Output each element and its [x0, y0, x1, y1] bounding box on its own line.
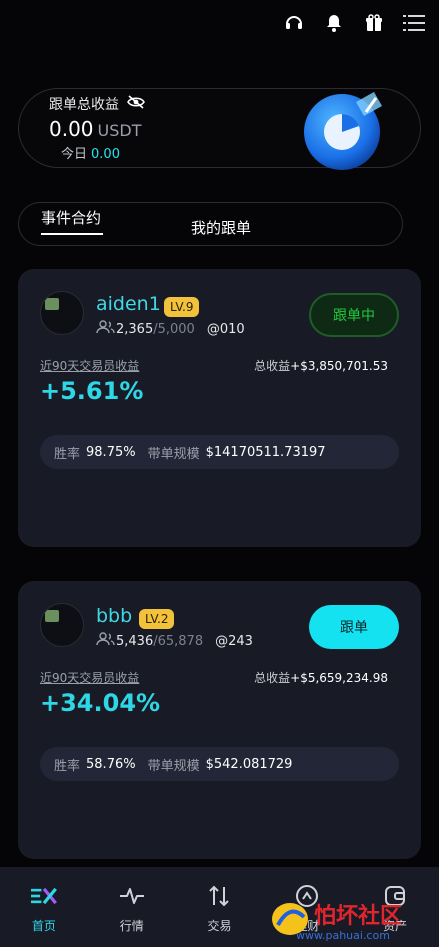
today-value: 0.00 [91, 147, 120, 162]
today-label: 今日 [61, 147, 88, 162]
followers-max: /5,000 [153, 321, 195, 337]
summary-amount: 0.00 USDT [49, 117, 142, 141]
trader-metrics-bar: 胜率 58.76% 带单规模 $542.081729 [40, 747, 399, 781]
logo-home-icon [30, 883, 57, 909]
nav-assets[interactable]: 资产 [351, 867, 439, 947]
win-rate-value: 58.76% [86, 756, 136, 772]
eye-off-icon[interactable] [127, 95, 145, 113]
summary-unit: USDT [97, 121, 142, 140]
headset-icon[interactable] [283, 12, 305, 34]
roi-percent: +34.04% [40, 689, 161, 717]
tab-event-contract[interactable]: 事件合约 [41, 207, 101, 228]
win-rate-label: 胜率 [54, 758, 81, 774]
trader-metrics-bar: 胜率 98.75% 带单规模 $14170511.73197 [40, 435, 399, 469]
pulse-icon [119, 883, 145, 909]
top-toolbar [283, 12, 425, 34]
avatar [40, 603, 84, 647]
swap-icon [206, 883, 232, 909]
total-earnings-label: 总收益 [254, 671, 291, 685]
today-earnings: 今日 0.00 [61, 143, 120, 162]
trader-handle: @010 [206, 321, 245, 337]
copy-earnings-summary: 跟单总收益 0.00 USDT 今日 0.00 [18, 88, 421, 170]
finance-icon [294, 883, 320, 909]
level-badge: LV.2 [139, 609, 175, 629]
follower-stats: 5,436 /65,878 @243 [96, 632, 253, 650]
trader-handle: @243 [215, 633, 253, 649]
bell-icon[interactable] [323, 12, 345, 34]
total-earnings-value: +$5,659,234.98 [290, 671, 388, 685]
ninety-day-earnings-label[interactable]: 近90天交易员收益 [40, 669, 139, 686]
followers-max: /65,878 [153, 633, 204, 649]
win-rate-label: 胜率 [54, 446, 81, 462]
followers-count: 5,436 [116, 633, 154, 649]
total-earnings-label: 总收益 [254, 359, 291, 373]
win-rate-value: 98.75% [86, 444, 136, 460]
nav-market[interactable]: 行情 [88, 867, 176, 947]
gift-icon[interactable] [363, 12, 385, 34]
following-button[interactable]: 跟单中 [309, 293, 399, 337]
scale-label: 带单规模 [147, 446, 200, 462]
pie-chart-illustration-icon [304, 92, 382, 170]
active-tab-indicator [41, 233, 103, 235]
nav-label: 交易 [207, 919, 232, 933]
nav-label: 理财 [295, 919, 320, 933]
total-earnings: 总收益+$5,659,234.98 [254, 669, 388, 686]
scale-value: $542.081729 [205, 756, 293, 772]
summary-amount-value: 0.00 [49, 117, 94, 141]
avatar [40, 291, 84, 335]
total-earnings: 总收益+$3,850,701.53 [254, 357, 388, 374]
tab-my-copy[interactable]: 我的跟单 [191, 217, 251, 238]
trader-name[interactable]: bbb [96, 605, 132, 627]
wallet-icon [382, 883, 408, 909]
summary-label: 跟单总收益 [49, 97, 119, 113]
ninety-day-earnings-label[interactable]: 近90天交易员收益 [40, 357, 139, 374]
nav-home[interactable]: 首页 [0, 867, 88, 947]
trader-card[interactable]: aiden1 LV.9 2,365 /5,000 @010 跟单中 近90天交易… [18, 269, 421, 547]
follower-stats: 2,365 /5,000 @010 [96, 320, 245, 338]
followers-icon [96, 632, 116, 650]
followers-icon [96, 320, 116, 338]
nav-label: 行情 [119, 919, 144, 933]
nav-label: 首页 [31, 919, 56, 933]
nav-trade[interactable]: 交易 [176, 867, 264, 947]
roi-percent: +5.61% [40, 377, 144, 405]
bottom-navigation: 首页 行情 交易 理财 资产 [0, 867, 439, 947]
trade-tabs: 事件合约 我的跟单 [18, 202, 403, 246]
trader-name[interactable]: aiden1 [96, 293, 161, 315]
menu-icon[interactable] [403, 12, 425, 34]
scale-label: 带单规模 [147, 758, 200, 774]
followers-count: 2,365 [116, 321, 154, 337]
nav-label: 资产 [383, 919, 408, 933]
level-badge: LV.9 [164, 297, 200, 317]
nav-finance[interactable]: 理财 [263, 867, 351, 947]
scale-value: $14170511.73197 [205, 444, 326, 460]
follow-button[interactable]: 跟单 [309, 605, 399, 649]
total-earnings-value: +$3,850,701.53 [290, 359, 388, 373]
trader-card[interactable]: bbb LV.2 5,436 /65,878 @243 跟单 近90天交易员收益… [18, 581, 421, 859]
